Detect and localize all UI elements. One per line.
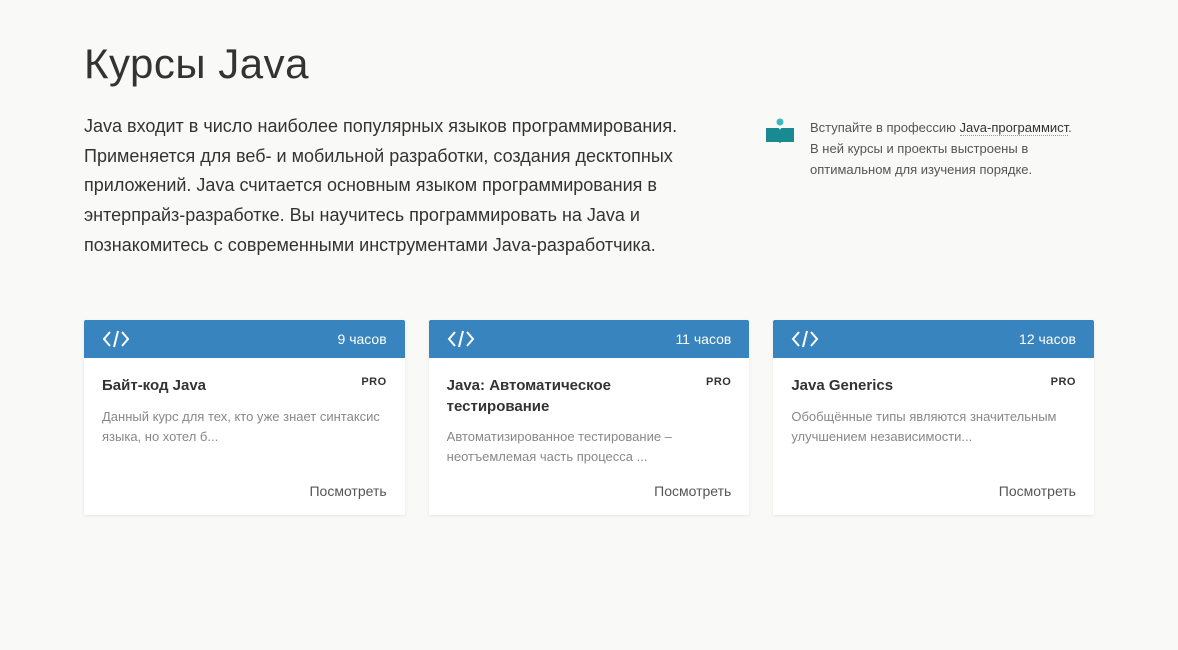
course-cards-grid: 9 часов Байт-код Java PRO Данный курс дл… [84,320,1094,515]
card-duration: 12 часов [1019,331,1076,347]
card-duration: 9 часов [338,331,387,347]
card-title: Байт-код Java [102,376,214,396]
page-description: Java входит в число наиболее популярных … [84,112,704,260]
view-link[interactable]: Посмотреть [309,483,386,499]
card-description: Автоматизированное тестирование – неотъе… [447,427,732,467]
sidebar-info: Вступайте в профессию Java-программист. … [764,40,1074,260]
code-icon [102,330,130,348]
code-icon [791,330,819,348]
card-description: Данный курс для тех, кто уже знает синта… [102,407,387,468]
pro-badge: PRO [361,376,386,388]
view-link[interactable]: Посмотреть [654,483,731,499]
course-card[interactable]: 12 часов Java Generics PRO Обобщённые ти… [773,320,1094,515]
card-title: Java: Автоматическое тестирование [447,376,706,417]
book-icon [764,118,796,146]
card-duration: 11 часов [675,331,731,347]
sidebar-text: Вступайте в профессию Java-программист. … [810,118,1074,180]
card-title: Java Generics [791,376,901,396]
sidebar-prefix: Вступайте в профессию [810,120,960,135]
card-header: 12 часов [773,320,1094,358]
card-header: 9 часов [84,320,405,358]
card-description: Обобщённые типы являются значительным ул… [791,407,1076,468]
pro-badge: PRO [1051,376,1076,388]
view-link[interactable]: Посмотреть [999,483,1076,499]
code-icon [447,330,475,348]
card-header: 11 часов [429,320,750,358]
pro-badge: PRO [706,376,731,388]
course-card[interactable]: 11 часов Java: Автоматическое тестирован… [429,320,750,515]
page-title: Курсы Java [84,40,704,88]
course-card[interactable]: 9 часов Байт-код Java PRO Данный курс дл… [84,320,405,515]
sidebar-profession-link[interactable]: Java-программист [960,120,1069,136]
